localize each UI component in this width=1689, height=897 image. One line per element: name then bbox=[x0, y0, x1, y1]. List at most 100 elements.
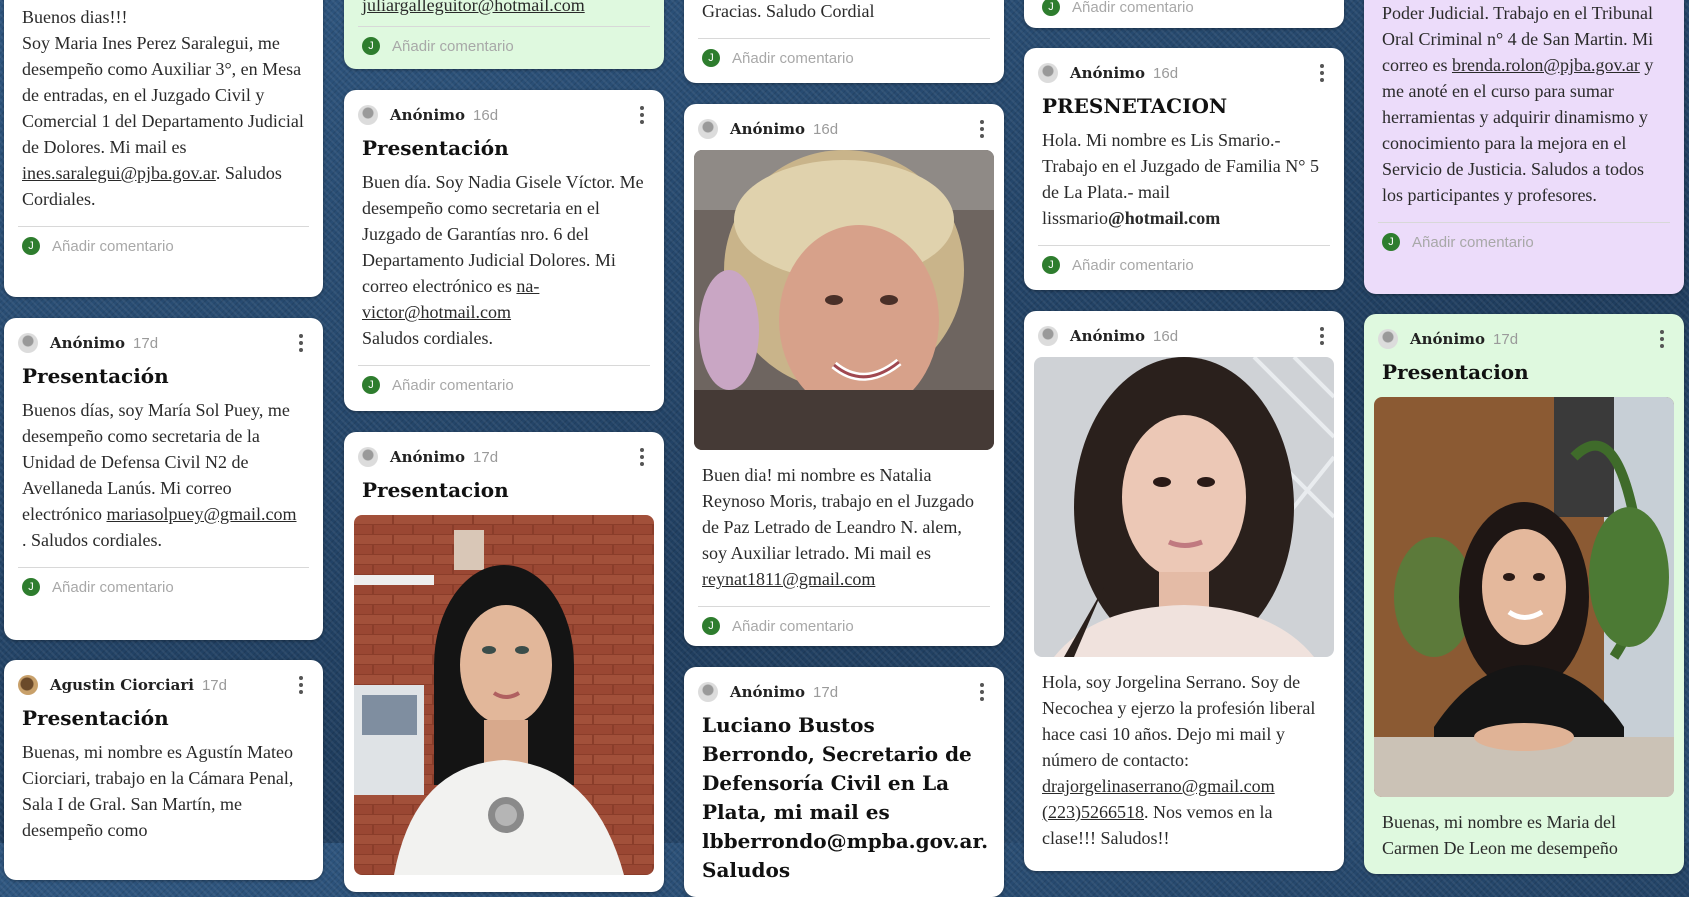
post-title: Presentación bbox=[362, 136, 509, 160]
add-comment-input[interactable]: J Añadir comentario bbox=[358, 365, 650, 406]
post-photo[interactable] bbox=[694, 150, 994, 450]
portrait-photo bbox=[354, 515, 654, 875]
post-card[interactable]: Poder Judicial. Trabajo en el Tribunal O… bbox=[1364, 0, 1684, 294]
more-options-icon[interactable] bbox=[970, 683, 1004, 701]
post-body: Poder Judicial. Trabajo en el Tribunal O… bbox=[1382, 3, 1654, 205]
portrait-photo bbox=[1374, 397, 1674, 797]
user-avatar: J bbox=[22, 237, 40, 255]
post-title: Luciano Bustos Berrondo, Secretario de D… bbox=[702, 713, 989, 882]
post-author: Anónimo bbox=[1070, 64, 1146, 82]
add-comment-input[interactable]: J Añadir comentario bbox=[1038, 0, 1330, 28]
post-card[interactable]: Anónimo 16d Presentación Buen día. Soy Na… bbox=[344, 90, 664, 411]
post-photo[interactable] bbox=[1034, 357, 1334, 657]
post-card[interactable]: Buenos dias!!! Soy Maria Ines Perez Saral… bbox=[4, 0, 323, 297]
user-avatar: J bbox=[1042, 0, 1060, 16]
avatar bbox=[18, 333, 38, 353]
post-card[interactable]: Anónimo 16d Buen dia! mi nombre es Natali… bbox=[684, 104, 1004, 646]
add-comment-input[interactable]: J Añadir comentario bbox=[1038, 245, 1330, 286]
more-options-icon[interactable] bbox=[1650, 330, 1684, 348]
more-options-icon[interactable] bbox=[1310, 64, 1344, 82]
post-card[interactable]: Anónimo 16d PRESNETACION Hola. Mi nombre … bbox=[1024, 48, 1344, 290]
post-body: Buenos dias!!! Soy Maria Ines Perez Saral… bbox=[22, 7, 304, 209]
post-card[interactable]: Agustin Ciorciari 17d Presentación Buenas… bbox=[4, 660, 323, 880]
user-avatar: J bbox=[22, 578, 40, 596]
more-options-icon[interactable] bbox=[1310, 327, 1344, 345]
post-title: PRESNETACION bbox=[1042, 94, 1228, 118]
post-title: Presentación bbox=[22, 706, 169, 730]
avatar bbox=[698, 119, 718, 139]
post-card[interactable]: juliargalleguitor@hotmail.com J Añadir co… bbox=[344, 0, 664, 69]
email-link[interactable]: drajorgelinaserrano@gmail.com bbox=[1042, 776, 1275, 796]
post-card[interactable]: Anónimo 16d Hola, soy Jorgelina Serrano. … bbox=[1024, 311, 1344, 871]
post-photo[interactable] bbox=[354, 515, 654, 875]
post-author: Anónimo bbox=[390, 448, 466, 466]
email-link[interactable]: brenda.rolon@pjba.gov.ar bbox=[1452, 55, 1640, 75]
user-avatar: J bbox=[702, 617, 720, 635]
post-author: Anónimo bbox=[730, 120, 806, 138]
portrait-photo bbox=[1034, 357, 1334, 657]
user-avatar: J bbox=[702, 49, 720, 67]
post-card[interactable]: J Añadir comentario bbox=[1024, 0, 1344, 28]
post-card[interactable]: Anónimo 17d Presentacion bbox=[344, 432, 664, 892]
post-time: 17d bbox=[1493, 330, 1519, 348]
portrait-photo bbox=[694, 150, 994, 450]
post-body: Buenas, mi nombre es Maria del Carmen De… bbox=[1382, 812, 1618, 858]
post-card[interactable]: Anónimo 17d Presentacion Buenas, mi nomb… bbox=[1364, 314, 1684, 874]
add-comment-input[interactable]: J Añadir comentario bbox=[18, 567, 309, 608]
avatar bbox=[698, 682, 718, 702]
more-options-icon[interactable] bbox=[289, 334, 323, 352]
user-avatar: J bbox=[362, 376, 380, 394]
avatar bbox=[358, 447, 378, 467]
email-link[interactable]: ines.saralegui@pjba.gov.ar bbox=[22, 163, 216, 183]
post-time: 17d bbox=[201, 676, 227, 694]
post-title: Presentacion bbox=[1382, 360, 1529, 384]
post-body: Hola, soy Jorgelina Serrano. Soy de Neco… bbox=[1042, 672, 1316, 848]
post-body: Buenas, mi nombre es Agustín Mateo Ciorc… bbox=[22, 742, 294, 840]
post-body: Buen dia! mi nombre es Natalia Reynoso M… bbox=[702, 465, 974, 589]
post-body: Buen día. Soy Nadia Gisele Víctor. Me de… bbox=[362, 172, 644, 348]
post-time: 17d bbox=[133, 334, 159, 352]
post-title: Presentación bbox=[22, 364, 169, 388]
post-author: Anónimo bbox=[390, 106, 466, 124]
user-avatar: J bbox=[1382, 233, 1400, 251]
avatar bbox=[18, 675, 38, 695]
more-options-icon[interactable] bbox=[630, 448, 664, 466]
avatar bbox=[1038, 326, 1058, 346]
post-time: 16d bbox=[1153, 64, 1179, 82]
post-author: Anónimo bbox=[1070, 327, 1146, 345]
email-link[interactable]: mariasolpuey@gmail.com bbox=[106, 504, 296, 524]
add-comment-input[interactable]: J Añadir comentario bbox=[698, 606, 990, 646]
more-options-icon[interactable] bbox=[630, 106, 664, 124]
add-comment-input[interactable]: J Añadir comentario bbox=[1378, 222, 1670, 263]
avatar bbox=[1038, 63, 1058, 83]
avatar bbox=[1378, 329, 1398, 349]
post-body: Gracias. Saludo Cordial bbox=[702, 1, 875, 21]
more-options-icon[interactable] bbox=[970, 120, 1004, 138]
email-link[interactable]: juliargalleguitor@hotmail.com bbox=[362, 0, 585, 15]
post-time: 16d bbox=[1153, 327, 1179, 345]
post-time: 16d bbox=[813, 120, 839, 138]
post-body: juliargalleguitor@hotmail.com bbox=[344, 0, 664, 18]
post-author: Agustin Ciorciari bbox=[50, 676, 194, 694]
email-link[interactable]: reynat1811@gmail.com bbox=[702, 569, 875, 589]
post-author: Anónimo bbox=[1410, 330, 1486, 348]
more-options-icon[interactable] bbox=[289, 676, 323, 694]
post-body: Hola. Mi nombre es Lis Smario.- Trabajo … bbox=[1042, 130, 1319, 228]
post-author: Anónimo bbox=[50, 334, 126, 352]
post-author: Anónimo bbox=[730, 683, 806, 701]
post-body: Buenos días, soy María Sol Puey, me dese… bbox=[22, 400, 297, 550]
add-comment-input[interactable]: J Añadir comentario bbox=[18, 226, 309, 267]
add-comment-input[interactable]: J Añadir comentario bbox=[698, 38, 990, 79]
post-card[interactable]: Anónimo 17d Luciano Bustos Berrondo, Secr… bbox=[684, 667, 1004, 897]
post-time: 16d bbox=[473, 106, 499, 124]
avatar bbox=[358, 105, 378, 125]
phone-link[interactable]: (223)5266518 bbox=[1042, 802, 1144, 822]
post-photo[interactable] bbox=[1374, 397, 1674, 797]
add-comment-input[interactable]: J Añadir comentario bbox=[358, 26, 650, 67]
post-time: 17d bbox=[473, 448, 499, 466]
user-avatar: J bbox=[362, 37, 380, 55]
user-avatar: J bbox=[1042, 256, 1060, 274]
post-card[interactable]: Gracias. Saludo Cordial J Añadir comentar… bbox=[684, 0, 1004, 83]
post-title: Presentacion bbox=[362, 478, 509, 502]
post-card[interactable]: Anónimo 17d Presentación Buenos días, soy… bbox=[4, 318, 323, 640]
